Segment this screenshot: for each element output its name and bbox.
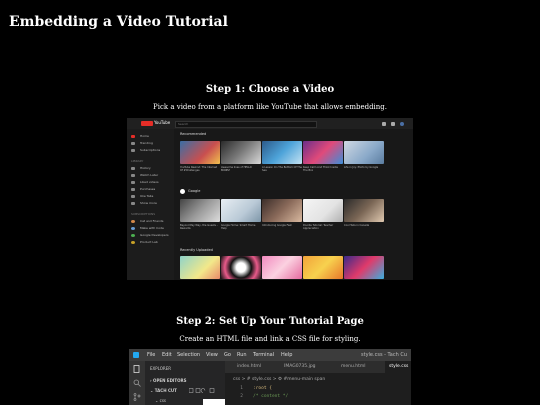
video-caption: Cool Tails in Canada [344,224,370,227]
menu-run: Run [237,352,247,358]
explorer-icon [133,365,140,373]
youtube-search-input: Search [175,121,317,128]
sidebar-item-purchases: Purchases [131,187,171,192]
activity-bar [129,361,145,405]
sidebar-sub-1: Cat and Friends [131,219,171,224]
tab-style-css: style.css [385,361,411,373]
youtube-screenshot: YouTube Search Home Trending Subscriptio… [127,118,413,280]
step-2-title: Step 2: Set Up Your Tutorial Page [176,316,364,327]
menu-file: File [147,352,156,358]
video-caption: A Lesson On The Bottom Of The Sea [262,166,302,172]
editor-tabs: index.html IMAG0735.jpg menu.html style.… [225,361,411,373]
section-channel: Google [188,189,201,193]
sidebar-item-watch-later: Watch Later [131,173,171,178]
video-thumbnail [221,256,261,279]
video-caption: YouTube Rewind: The Internet Of #Challen… [180,166,218,172]
youtube-logo-icon [141,121,153,126]
youtube-sidebar: Home Trending Subscriptions LIBRARY Hist… [127,129,174,280]
channel-avatar [180,189,185,194]
step-2-description: Create an HTML file and link a CSS file … [179,335,361,343]
youtube-logo-text: YouTube [154,120,171,125]
breadcrumb: css > # style.css > ⚙ #menu-main span [233,377,326,382]
vscode-screenshot: File Edit Selection View Go Run Terminal… [129,349,411,405]
tab-index-html: index.html [237,364,261,369]
code-line: :root { [253,386,272,391]
sidebar-item-liked: Liked videos [131,180,171,185]
youtube-top-bar: YouTube Search [127,118,413,129]
video-thumbnail [221,141,261,164]
step-1-description: Pick a video from a platform like YouTub… [153,103,387,111]
sidebar-subscriptions-heading: SUBSCRIPTIONS [131,212,156,216]
video-caption: Doodle Tutorial: Teacher Appreciation [303,224,334,230]
open-editors-label: › OPEN EDITORS [150,378,187,383]
youtube-main: Recommended YouTube Rewind: The Internet… [180,129,413,280]
video-thumbnail [303,199,343,222]
video-caption: Introducing Google Fast [262,224,292,227]
upload-icon [382,122,386,126]
menu-selection: Selection [177,352,201,358]
tooltip [203,399,225,405]
video-thumbnail [262,141,302,164]
video-caption: Life in Joy: Photo by Google [344,166,379,169]
video-caption: Google Home: Smart Home Help [221,224,256,230]
video-caption: Keep Calm And Think Inside The Box [303,166,338,172]
code-line: /* content */ [253,394,289,399]
video-thumbnail [303,141,343,164]
project-folder-label: ⌄ TACH CUT [150,388,177,393]
sidebar-item-uke-tabs: Uke Tabs [131,194,171,199]
sidebar-item-home: Home [131,134,171,139]
vscode-logo-icon [133,352,139,358]
sidebar-item-subscriptions: Subscriptions [131,148,171,153]
vscode-menu-bar: File Edit Selection View Go Run Terminal… [129,349,411,361]
video-thumbnail [221,199,261,222]
sidebar-sub-3: Google Developers [131,233,171,238]
menu-view: View [206,352,218,358]
video-thumbnail [262,256,302,279]
section-recent: Recently Uploaded [180,248,213,252]
sidebar-item-history: History [131,166,171,171]
explorer-label: EXPLORER [150,366,171,371]
video-thumbnail [180,256,220,279]
window-title: style.css - Tach Cu [361,352,407,358]
video-thumbnail [262,199,302,222]
notifications-icon [391,122,395,126]
search-icon [133,379,141,387]
menu-go: Go [224,352,231,358]
video-caption: Beyond Pay Way, the Guests – Rewards [180,224,218,230]
sidebar-sub-4: Product Lab [131,240,171,245]
explorer-action-icons [189,388,215,393]
page-title: Embedding a Video Tutorial [9,14,228,30]
menu-help: Help [281,352,293,358]
tab-menu-html: menu.html [341,364,366,369]
video-thumbnail [344,256,384,279]
menu-terminal: Terminal [253,352,275,358]
sidebar-library-heading: LIBRARY [131,159,144,163]
tab-image: IMAG0735.jpg [284,364,316,369]
step-1-title: Step 1: Choose a Video [205,84,335,95]
section-recommended: Recommended [180,132,207,136]
sidebar-item-trending: Trending [131,141,171,146]
video-thumbnail [303,256,343,279]
sidebar-sub-2: Make with Code [131,226,171,231]
sidebar-item-show-more: Show more [131,201,171,206]
video-thumbnail [180,199,220,222]
menu-edit: Edit [162,352,172,358]
video-thumbnail [180,141,220,164]
video-thumbnail [344,199,384,222]
video-caption: Awesome lines of HELLO BONEZ [221,166,252,172]
line-number: 1 [240,386,243,391]
video-thumbnail [344,141,384,164]
source-control-icon [133,393,141,401]
explorer-panel: EXPLORER › OPEN EDITORS ⌄ TACH CUT ⌄ css [145,361,225,405]
css-folder-item: ⌄ css [155,398,166,403]
avatar [400,122,404,126]
line-number: 2 [240,394,243,399]
